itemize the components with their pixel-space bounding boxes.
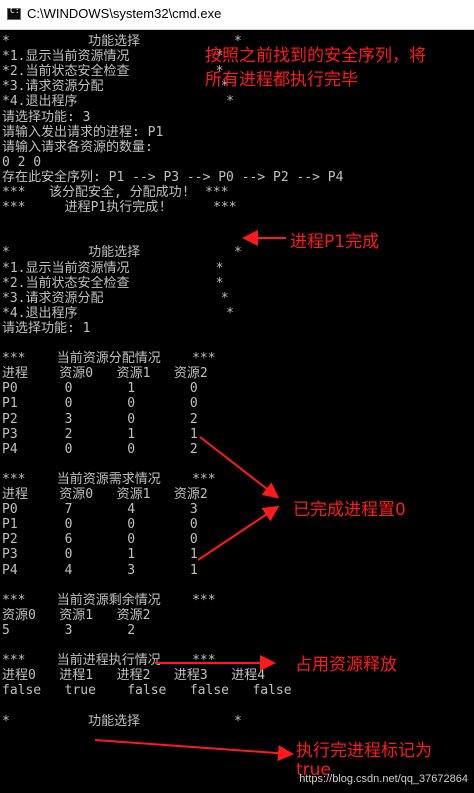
console-output[interactable]: * 功能选择 * *1.显示当前资源情况 * *2.当前状态安全检查 * *3.请求资… <box>0 30 474 793</box>
console-line: *4.退出程序 * <box>2 94 235 110</box>
annotation-safe-sequence-line1: 按照之前找到的安全序列，将 <box>205 46 426 66</box>
console-line: 请输入发出请求的进程: P1 <box>2 124 164 140</box>
console-line: *2.当前状态安全检查 * <box>2 64 224 80</box>
console-line: *** 该分配安全, 分配成功! *** <box>2 185 229 200</box>
console-line: *1.显示当前资源情况 * <box>2 49 224 65</box>
title-bar[interactable]: C:\ C:\WINDOWS\system32\cmd.exe <box>0 0 474 30</box>
console-line: P3 2 1 1 <box>2 426 198 442</box>
annotation-safe-sequence-line2: 所有进程都执行完毕 <box>205 70 358 90</box>
console-line: P0 7 4 3 <box>2 502 198 518</box>
console-line: 存在此安全序列: P1 --> P3 --> P0 --> P2 --> P4 <box>2 169 344 185</box>
console-line: *** 当前资源需求情况 *** <box>2 471 216 487</box>
annotation-finished-set-zero: 已完成进程置0 <box>293 500 406 520</box>
console-line: P2 6 0 0 <box>2 532 198 548</box>
console-line: 进程0 进程1 进程2 进程3 进程4 <box>2 668 266 684</box>
console-line: *** 当前进程执行情况 *** <box>2 653 216 669</box>
console-line: *4.退出程序 * <box>2 305 235 321</box>
console-line: 请选择功能: 3 <box>2 109 91 125</box>
console-line: 请输入请求各资源的数量: <box>2 139 153 155</box>
watermark: https://blog.csdn.net/qq_37672864 <box>299 773 468 785</box>
console-line: P0 0 1 0 <box>2 381 198 397</box>
console-line: *** 进程P1执行完成! *** <box>2 200 237 216</box>
console-line: P2 3 0 2 <box>2 411 198 427</box>
console-line: P1 0 0 0 <box>2 517 198 533</box>
console-line: P4 4 3 1 <box>2 562 198 578</box>
annotation-mark-true-line1: 执行完进程标记为 <box>296 741 432 761</box>
console-line: *3.请求资源分配 * <box>2 290 229 306</box>
console-line: * 功能选择 * <box>2 245 242 261</box>
console-line: 资源0 资源1 资源2 <box>2 607 151 623</box>
window-title: C:\WINDOWS\system32\cmd.exe <box>27 6 222 21</box>
console-line: 0 2 0 <box>2 154 42 170</box>
annotation-resources-released: 占用资源释放 <box>295 655 397 675</box>
console-line: *3.请求资源分配 * <box>2 79 229 95</box>
console-line: * 功能选择 * <box>2 713 242 729</box>
console-line: 请选择功能: 1 <box>2 320 91 336</box>
console-line: false true false false false <box>2 683 292 699</box>
console-line: *** 当前资源剩余情况 *** <box>2 592 216 608</box>
console-line: *1.显示当前资源情况 * <box>2 260 224 276</box>
cmd-icon: C:\ <box>7 6 24 20</box>
console-line: *2.当前状态安全检查 * <box>2 275 224 291</box>
console-line: P4 0 0 2 <box>2 441 198 457</box>
console-line: P3 0 1 1 <box>2 547 198 563</box>
console-line: *** 当前资源分配情况 *** <box>2 351 216 367</box>
console-line: 进程 资源0 资源1 资源2 <box>2 366 208 382</box>
console-line: P1 0 0 0 <box>2 396 198 412</box>
console-line: 进程 资源0 资源1 资源2 <box>2 487 208 502</box>
annotation-p1-finished: 进程P1完成 <box>290 232 380 252</box>
console-line: 5 3 2 <box>2 622 136 638</box>
